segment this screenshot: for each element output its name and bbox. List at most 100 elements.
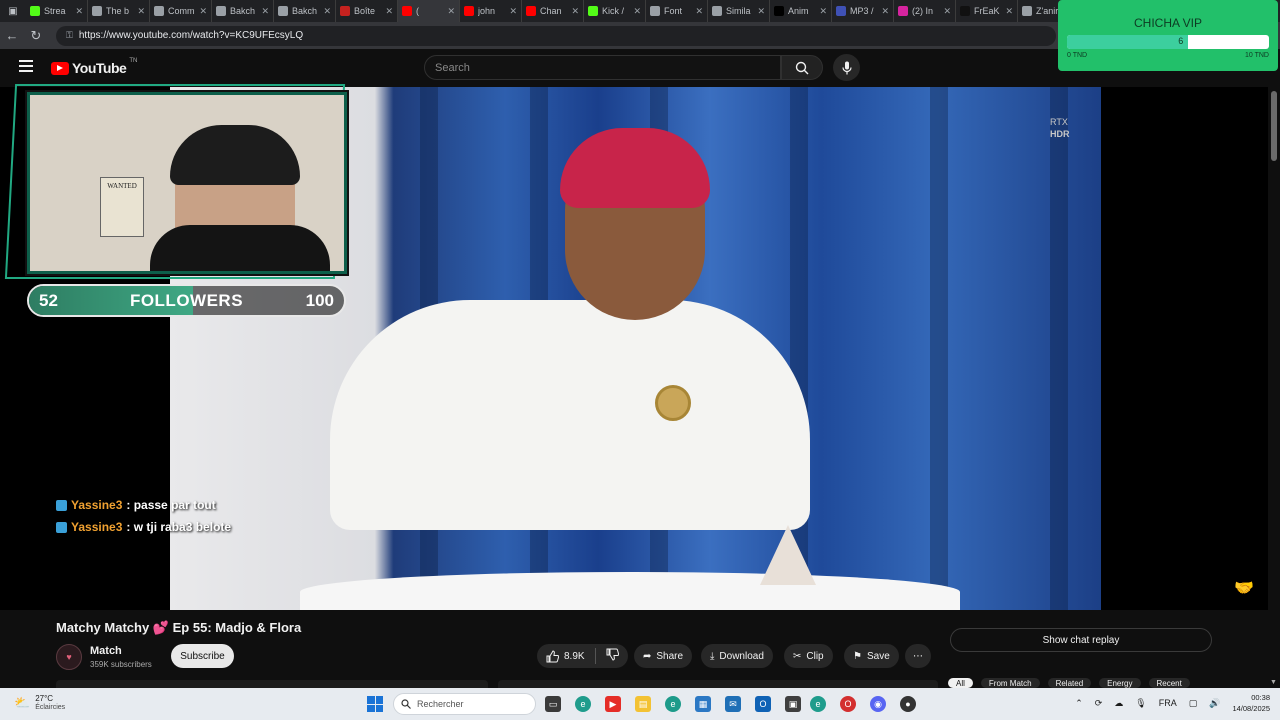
menu-icon[interactable] — [19, 60, 33, 72]
channel-avatar[interactable]: ♥ — [56, 644, 82, 670]
subscribe-button[interactable]: Subscribe — [171, 644, 234, 668]
browser-tab[interactable]: Strea ✕ — [26, 0, 88, 22]
scroll-down-arrow-icon[interactable]: ▼ — [1270, 679, 1277, 686]
search-icon — [401, 699, 411, 709]
browser-tab[interactable]: Bakch ✕ — [212, 0, 274, 22]
obs-icon[interactable]: ● — [900, 696, 916, 712]
store-icon[interactable]: ▦ — [695, 696, 711, 712]
webcam-headset — [170, 125, 300, 185]
edge-icon[interactable]: e — [575, 696, 591, 712]
more-actions-button[interactable]: ⋯ — [905, 644, 931, 668]
browser-tab[interactable]: Comm ✕ — [150, 0, 212, 22]
browser-tab[interactable]: Kick / ✕ — [584, 0, 646, 22]
edge-beta-icon[interactable]: e — [665, 696, 681, 712]
close-tab-icon[interactable]: ✕ — [695, 6, 703, 17]
browser-tab[interactable]: Anim ✕ — [770, 0, 832, 22]
browser-tab[interactable]: Boîte ✕ — [336, 0, 398, 22]
video-title-episode: Ep 55: Madjo & Flora — [172, 620, 302, 635]
close-tab-icon[interactable]: ✕ — [261, 6, 269, 17]
youtube-app-icon[interactable]: ▶ — [605, 696, 621, 712]
close-tab-icon[interactable]: ✕ — [1005, 6, 1013, 17]
download-button[interactable]: ⤓ Download — [701, 644, 773, 668]
followers-goal-bar: 52 FOLLOWERS 100 — [27, 284, 346, 317]
share-button[interactable]: ➦ Share — [634, 644, 693, 668]
outlook-icon[interactable]: O — [755, 696, 771, 712]
language-indicator[interactable]: FRA — [1159, 698, 1177, 708]
globe-icon — [712, 6, 722, 16]
dislike-button[interactable] — [606, 648, 619, 664]
close-tab-icon[interactable]: ✕ — [137, 6, 145, 17]
chevron-up-icon[interactable]: ⌃ — [1075, 698, 1083, 709]
channel-name[interactable]: Match — [90, 645, 122, 657]
weather-widget[interactable]: ⛅ 27°C Éclaircies — [14, 694, 65, 712]
sync-icon[interactable]: ⟳ — [1095, 698, 1103, 709]
site-info-icon[interactable]: ⚿ — [66, 30, 73, 41]
donation-value: 6 — [1178, 36, 1184, 46]
volume-icon[interactable]: 🔊 — [1209, 698, 1220, 709]
close-tab-icon[interactable]: ✕ — [881, 6, 889, 17]
back-arrow-icon[interactable]: ← — [0, 28, 24, 43]
search-input[interactable]: Search — [424, 55, 781, 80]
clip-button[interactable]: ✂ Clip — [784, 644, 833, 668]
tab-actions-icon[interactable]: ▣ — [0, 0, 26, 22]
close-tab-icon[interactable]: ✕ — [323, 6, 331, 17]
close-tab-icon[interactable]: ✕ — [571, 6, 579, 17]
youtube-icon — [402, 6, 412, 16]
microphone-icon — [841, 61, 852, 74]
edge-dev-icon[interactable]: e — [810, 696, 826, 712]
like-button[interactable]: 8.9K — [546, 649, 585, 663]
reload-icon[interactable]: ↻ — [24, 28, 48, 44]
browser-tab[interactable]: Chan ✕ — [522, 0, 584, 22]
chip-all[interactable]: All — [948, 678, 973, 688]
browser-tab[interactable]: Font ✕ — [646, 0, 708, 22]
browser-tab[interactable]: Simila ✕ — [708, 0, 770, 22]
show-chat-replay-button[interactable]: Show chat replay — [950, 628, 1212, 652]
browser-tab[interactable]: Bakch ✕ — [274, 0, 336, 22]
chip-from-match[interactable]: From Match — [980, 678, 1040, 688]
video-person-shirt — [330, 300, 810, 530]
system-clock[interactable]: 00:38 14/08/2025 — [1232, 692, 1270, 714]
mail-icon[interactable]: ✉ — [725, 696, 741, 712]
page-scrollbar[interactable]: ▼ — [1268, 87, 1280, 688]
close-tab-icon[interactable]: ✕ — [447, 6, 455, 17]
browser-tab[interactable]: MP3 / ✕ — [832, 0, 894, 22]
download-label: Download — [719, 650, 764, 662]
stream-chat-overlay: Yassine3 : passe par tout Yassine3 : w t… — [56, 494, 231, 538]
scrollbar-thumb[interactable] — [1271, 91, 1277, 161]
discord-icon[interactable]: ◉ — [870, 696, 886, 712]
voice-search-button[interactable] — [833, 54, 860, 81]
youtube-logo[interactable]: YouTube TN — [51, 58, 137, 76]
save-button[interactable]: ⚑ Save — [844, 644, 899, 668]
close-tab-icon[interactable]: ✕ — [199, 6, 207, 17]
browser-tab[interactable]: FrEaK ✕ — [956, 0, 1018, 22]
browser-tab[interactable]: john ✕ — [460, 0, 522, 22]
browser-tab[interactable]: The b ✕ — [88, 0, 150, 22]
media-player-icon[interactable]: ▣ — [785, 696, 801, 712]
opera-icon[interactable]: O — [840, 696, 856, 712]
close-tab-icon[interactable]: ✕ — [75, 6, 83, 17]
close-tab-icon[interactable]: ✕ — [819, 6, 827, 17]
close-tab-icon[interactable]: ✕ — [757, 6, 765, 17]
file-explorer-icon[interactable]: ▤ — [635, 696, 651, 712]
close-tab-icon[interactable]: ✕ — [943, 6, 951, 17]
network-icon[interactable]: ▢ — [1189, 698, 1198, 709]
comments-section-edge — [56, 680, 488, 688]
donation-max: 10 TND — [1245, 52, 1269, 59]
chip-recent[interactable]: Recent — [1148, 678, 1190, 688]
task-view-icon[interactable]: ▭ — [545, 696, 561, 712]
chip-energy[interactable]: Energy — [1099, 678, 1141, 688]
webcam-overlay: WANTED — [27, 92, 347, 274]
windows-taskbar: ⛅ 27°C Éclaircies Rechercher ▭ e ▶ ▤ e ▦… — [0, 688, 1280, 720]
windows-start-icon[interactable] — [367, 696, 383, 712]
close-tab-icon[interactable]: ✕ — [633, 6, 641, 17]
microphone-tray-icon[interactable]: 🎙 — [1135, 698, 1146, 709]
close-tab-icon[interactable]: ✕ — [385, 6, 393, 17]
close-tab-icon[interactable]: ✕ — [509, 6, 517, 17]
cloud-icon[interactable]: ☁ — [1114, 698, 1123, 709]
search-button[interactable] — [781, 55, 823, 80]
browser-tab[interactable]: (2) In ✕ — [894, 0, 956, 22]
browser-tab[interactable]: (✕ — [398, 0, 460, 22]
address-bar[interactable]: ⚿ https://www.youtube.com/watch?v=KC9UFE… — [56, 25, 1056, 46]
chip-related[interactable]: Related — [1047, 678, 1092, 688]
taskbar-search[interactable]: Rechercher — [393, 693, 536, 715]
